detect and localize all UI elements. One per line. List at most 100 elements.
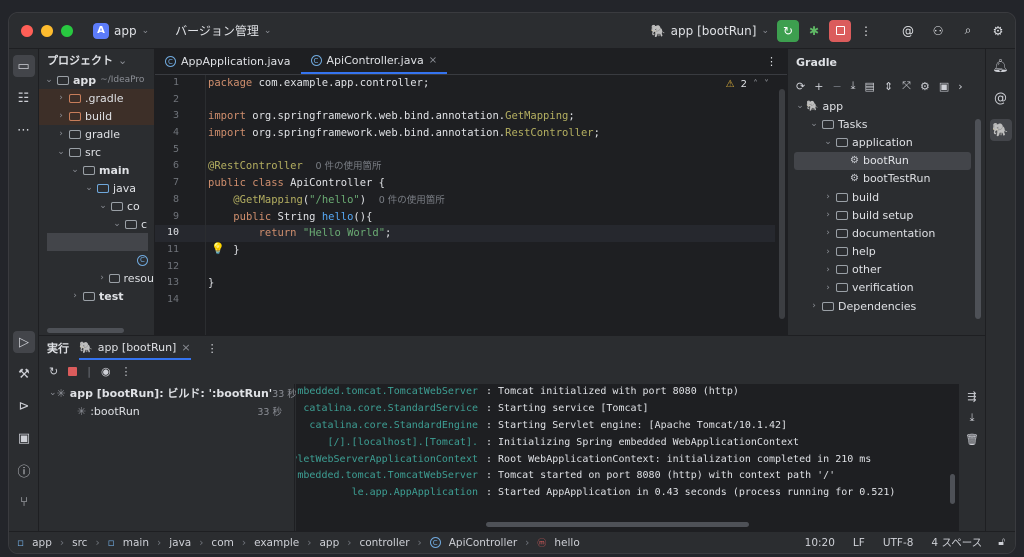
close-icon[interactable]: ×	[429, 55, 437, 66]
horizontal-scrollbar[interactable]	[486, 522, 749, 527]
minimize-window-button[interactable]	[41, 24, 53, 37]
tree-item-gradle[interactable]: › gradle	[39, 125, 154, 143]
log-source[interactable]: le.app.AppApplication	[296, 485, 486, 502]
code-area[interactable]: package com.example.app.controller; impo…	[205, 75, 775, 335]
tab-app-application[interactable]: C AppApplication.java	[155, 49, 301, 74]
settings-button[interactable]: ⚙	[987, 20, 1009, 42]
debug-button[interactable]: ✱	[803, 20, 825, 42]
breadcrumb-item[interactable]: com	[211, 537, 233, 549]
breadcrumb-item[interactable]: hello	[554, 537, 579, 549]
breadcrumb-item[interactable]: main	[123, 537, 149, 549]
indent-setting[interactable]: 4 スペース	[931, 535, 982, 550]
more-actions-button[interactable]: ⋮	[855, 20, 877, 42]
terminal-tool-button[interactable]: ▣	[13, 427, 35, 449]
line-separator[interactable]: LF	[853, 537, 865, 549]
trash-icon[interactable]: 🗑︎	[965, 433, 979, 446]
build-tool-button[interactable]: ⚒	[13, 363, 35, 385]
log-source[interactable]: mbedded.tomcat.TomcatWebServer	[296, 384, 486, 401]
gradle-item-help[interactable]: › help	[794, 243, 985, 261]
plus-icon[interactable]: +	[814, 80, 823, 93]
soft-wrap-icon[interactable]: ⇶	[967, 390, 976, 403]
run-tool-button[interactable]: ▷	[13, 331, 35, 353]
gradle-item-other[interactable]: › other	[794, 261, 985, 279]
cursor-position[interactable]: 10:20	[805, 537, 835, 549]
ai-assistant-button[interactable]: @	[897, 20, 919, 42]
gradle-item-tasks[interactable]: ⌄ Tasks	[794, 115, 985, 133]
vertical-scrollbar[interactable]	[779, 89, 785, 319]
build-tree-item[interactable]: ⌄ ✳ app [bootRun]: ビルド: ':bootRun' 33 秒	[39, 384, 297, 402]
horizontal-scrollbar[interactable]	[47, 328, 124, 333]
lightbulb-icon[interactable]: 💡	[211, 242, 225, 255]
project-panel-header[interactable]: プロジェクト ⌄	[39, 49, 154, 71]
git-tool-button[interactable]: ⑂	[13, 491, 35, 513]
tree-item-test[interactable]: › test	[39, 287, 154, 305]
breadcrumb-item[interactable]: app	[319, 537, 339, 549]
task-icon[interactable]: ▤	[865, 80, 875, 93]
breadcrumb-item[interactable]: ApiController	[449, 537, 517, 549]
chevron-right-icon[interactable]: ›	[958, 80, 962, 93]
breadcrumb-item[interactable]: src	[72, 537, 87, 549]
breadcrumb-item[interactable]: controller	[359, 537, 409, 549]
vertical-scrollbar[interactable]	[975, 119, 981, 319]
gradle-item-boottestrun[interactable]: ⚙ bootTestRun	[794, 170, 985, 188]
rerun-button[interactable]: ↻	[777, 19, 799, 42]
structure-tool-button[interactable]: ☷	[13, 87, 35, 109]
gradle-item-dependencies[interactable]: › Dependencies	[794, 297, 985, 315]
tree-item-java[interactable]: ⌄ java	[39, 179, 154, 197]
tree-item-build[interactable]: › build	[39, 107, 154, 125]
log-source[interactable]: .[Tomcat].[localhost].[/]	[296, 435, 486, 452]
close-icon[interactable]: ×	[181, 341, 190, 354]
log-source[interactable]: catalina.core.StandardEngine	[296, 418, 486, 435]
offline-icon[interactable]: ▣	[939, 80, 949, 93]
close-window-button[interactable]	[21, 24, 33, 37]
tree-item-package[interactable]: ⌄ co	[39, 197, 154, 215]
services-tool-button[interactable]: ⊳	[13, 395, 35, 417]
stop-icon[interactable]	[68, 366, 78, 376]
gradle-item-bootrun[interactable]: ⚙ bootRun	[794, 151, 971, 170]
search-button[interactable]: ⌕	[957, 20, 979, 42]
project-tool-button[interactable]: ▭	[12, 55, 35, 77]
tree-item-class[interactable]: C	[39, 251, 154, 269]
tree-item-selected[interactable]	[47, 233, 148, 251]
problems-tool-button[interactable]: ⓘ	[13, 459, 35, 481]
tree-item-app[interactable]: ⌄ app ~/IdeaPro	[39, 71, 154, 89]
lock-icon[interactable]: 🔓︎	[998, 536, 1005, 549]
refresh-icon[interactable]: ⟳	[796, 80, 805, 93]
scroll-to-end-icon[interactable]: ⤓	[970, 411, 975, 425]
build-tree-item[interactable]: ✳ :bootRun 33 秒	[39, 402, 294, 420]
gradle-item-application[interactable]: ⌄ application	[794, 133, 985, 151]
zoom-window-button[interactable]	[61, 24, 73, 37]
file-encoding[interactable]: UTF-8	[883, 537, 914, 549]
project-switcher[interactable]: A app ⌄	[93, 22, 149, 39]
usages-hint[interactable]: 0 件の使用箇所	[315, 161, 381, 172]
vcs-menu[interactable]: バージョン管理 ⌄	[175, 22, 271, 39]
gradle-item-documentation[interactable]: › documentation	[794, 224, 985, 242]
notifications-button[interactable]: 🔔︎	[990, 55, 1012, 77]
eye-icon[interactable]: ◉	[101, 365, 111, 378]
expand-icon[interactable]: ⇕	[884, 80, 893, 93]
breadcrumb-item[interactable]: app	[32, 537, 52, 549]
tree-item-subpackage[interactable]: ⌄ c	[39, 215, 154, 233]
breadcrumb-item[interactable]: java	[169, 537, 191, 549]
breadcrumb-item[interactable]: example	[254, 537, 299, 549]
gradle-item-app[interactable]: ⌄ 🐘 app	[794, 97, 985, 115]
gradle-item-verification[interactable]: › verification	[794, 279, 985, 297]
log-source[interactable]: mbedded.tomcat.TomcatWebServer	[296, 468, 486, 485]
log-source[interactable]: catalina.core.StandardService	[296, 401, 486, 418]
tree-item-resources[interactable]: › resou	[39, 269, 154, 287]
more-vertical-icon[interactable]: ⋮	[207, 342, 218, 355]
stop-button[interactable]	[829, 19, 851, 42]
rerun-icon[interactable]: ↻	[49, 365, 58, 378]
gradle-tool-button[interactable]: 🐘	[989, 119, 1012, 141]
tab-api-controller[interactable]: C ApiController.java ×	[300, 49, 448, 74]
more-vertical-icon[interactable]: ⋮	[121, 365, 132, 378]
ai-chat-button[interactable]: @	[990, 87, 1012, 109]
add-user-button[interactable]: ⚇	[927, 20, 949, 42]
more-tools-button[interactable]: ⋯	[13, 119, 35, 141]
gradle-settings-icon[interactable]: ⚙	[920, 80, 930, 93]
download-icon[interactable]: ⤓	[851, 79, 856, 93]
tree-item-main[interactable]: ⌄ main	[39, 161, 154, 179]
tab-options-button[interactable]: ⋮	[756, 49, 787, 74]
vertical-scrollbar[interactable]	[950, 474, 955, 504]
gradle-item-build-setup[interactable]: › build setup	[794, 206, 985, 224]
